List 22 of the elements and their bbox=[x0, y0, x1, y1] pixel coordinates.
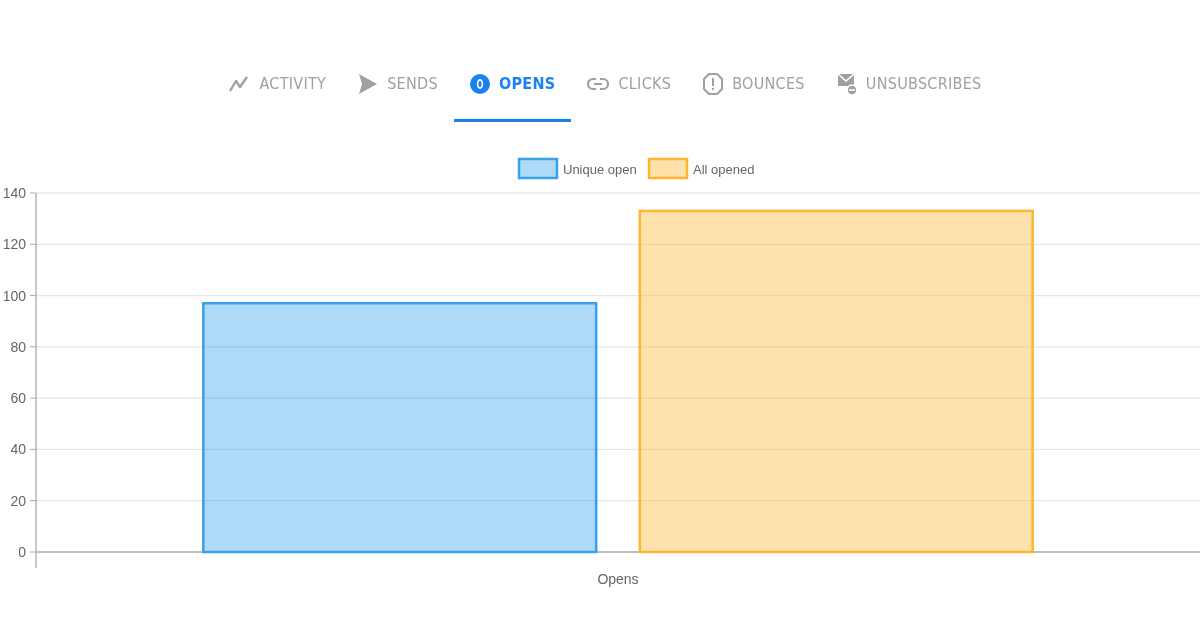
legend-label: Unique open bbox=[563, 162, 637, 177]
axis-tick-label: 0 bbox=[18, 544, 26, 560]
axis-tick-label: 80 bbox=[10, 338, 26, 355]
tab[interactable]: SENDS bbox=[342, 62, 454, 122]
warning-octagon-icon bbox=[703, 72, 724, 95]
axis-tick-label: 60 bbox=[10, 390, 26, 407]
tab[interactable]: UNSUBSCRIBES bbox=[820, 62, 998, 122]
tab[interactable]: OPENS bbox=[453, 62, 572, 122]
tab[interactable]: CLICKS bbox=[571, 62, 688, 122]
axis-tick-label: 100 bbox=[2, 287, 26, 304]
tab[interactable]: ACTIVITY bbox=[212, 62, 343, 122]
send-icon bbox=[358, 72, 379, 95]
tab[interactable]: BOUNCES bbox=[687, 62, 821, 122]
axis-tick-label: 120 bbox=[2, 236, 26, 253]
legend-label: All opened bbox=[693, 162, 755, 177]
axis-tick-label: 140 bbox=[2, 185, 26, 201]
axis-tick-label: 20 bbox=[10, 492, 26, 509]
link-icon bbox=[587, 76, 610, 91]
axis-category-label: Opens bbox=[597, 571, 639, 587]
mail-minus-icon bbox=[836, 71, 857, 96]
eye-circle-icon bbox=[469, 73, 490, 94]
axis-tick-label: 40 bbox=[10, 441, 26, 458]
